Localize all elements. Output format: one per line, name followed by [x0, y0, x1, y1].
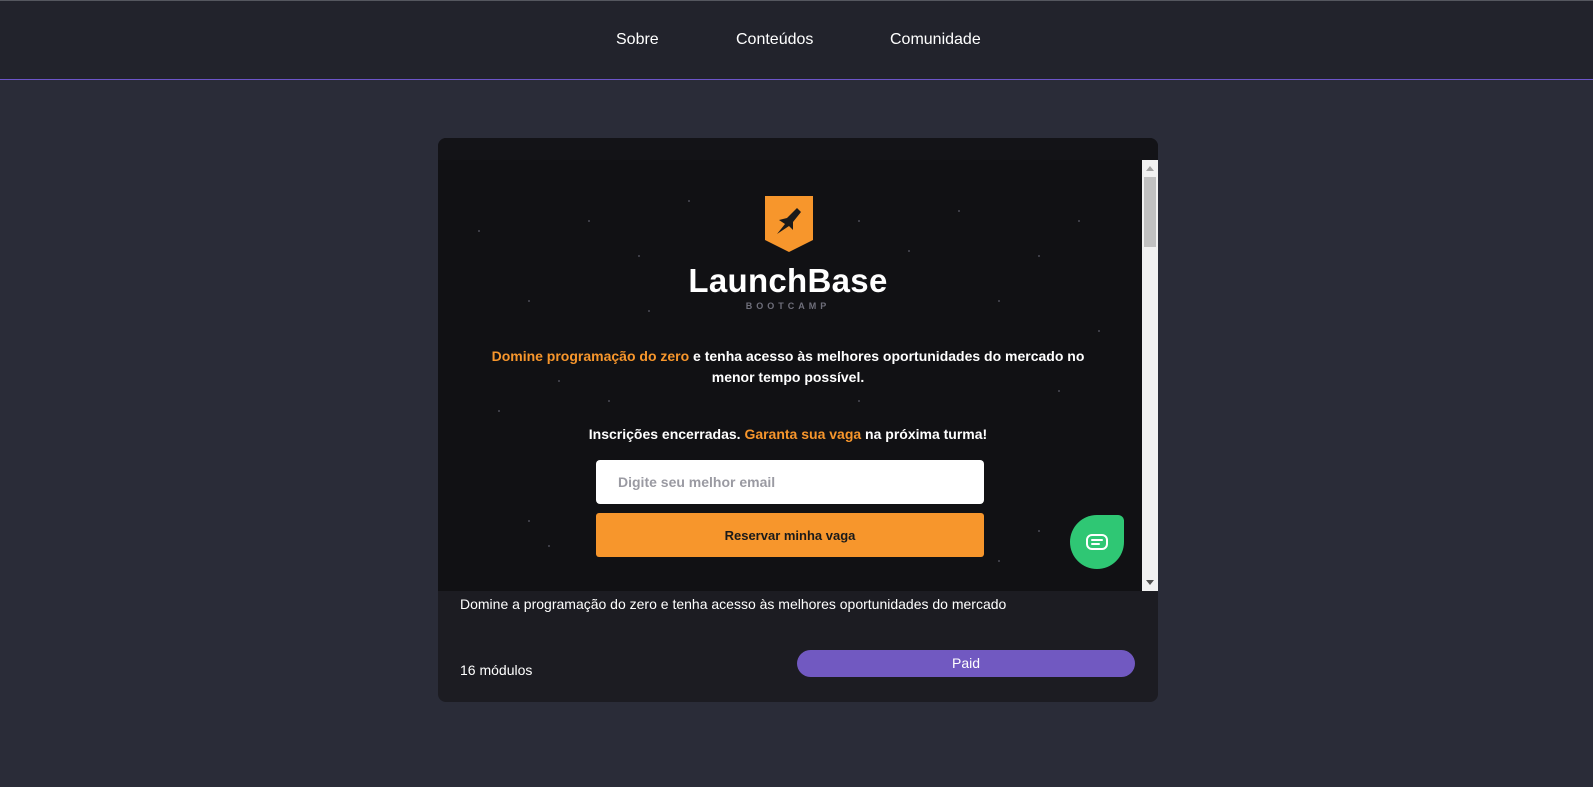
course-card[interactable]: LaunchBase BOOTCAMP Domine programação d…: [438, 138, 1158, 702]
headline: Domine programação do zero e tenha acess…: [478, 346, 1098, 388]
scroll-down-arrow[interactable]: [1142, 575, 1158, 591]
nav-link-comunidade[interactable]: Comunidade: [890, 31, 981, 49]
subline-accent: Garanta sua vaga: [744, 426, 862, 442]
star-decoration: [528, 520, 530, 522]
card-footer: 16 módulos Paid: [438, 628, 1158, 702]
star-decoration: [588, 220, 590, 222]
star-decoration: [998, 560, 1000, 562]
star-decoration: [1058, 390, 1060, 392]
email-input[interactable]: [596, 460, 984, 504]
headline-accent: Domine programação do zero: [491, 348, 690, 364]
star-decoration: [1038, 255, 1040, 257]
star-decoration: [608, 400, 610, 402]
star-decoration: [858, 220, 860, 222]
star-decoration: [908, 250, 910, 252]
rocket-badge-icon: [765, 196, 813, 252]
chat-bubble-icon: [1086, 534, 1108, 550]
star-decoration: [1098, 330, 1100, 332]
card-top-strip: [438, 138, 1158, 160]
brand-name: LaunchBase: [688, 262, 888, 299]
scroll-thumb[interactable]: [1144, 177, 1156, 247]
embed-scrollbar[interactable]: [1142, 160, 1158, 591]
enrollment-status: Inscrições encerradas. Garanta sua vaga …: [478, 426, 1098, 442]
nav-link-sobre[interactable]: Sobre: [616, 31, 659, 49]
triangle-down-icon: [1146, 580, 1154, 585]
chat-button[interactable]: [1070, 515, 1124, 569]
star-decoration: [858, 400, 860, 402]
subline-suffix: na próxima turma!: [861, 426, 988, 442]
star-decoration: [478, 230, 480, 232]
reserve-button[interactable]: Reservar minha vaga: [596, 513, 984, 557]
star-decoration: [1078, 220, 1080, 222]
brand-subtitle: BOOTCAMP: [745, 301, 831, 311]
subline-prefix: Inscrições encerradas.: [588, 426, 745, 442]
scroll-up-arrow[interactable]: [1142, 160, 1158, 176]
headline-text: e tenha acesso às melhores oportunidades…: [689, 348, 1085, 385]
star-decoration: [498, 410, 500, 412]
top-navbar: Sobre Conteúdos Comunidade: [0, 0, 1593, 80]
star-decoration: [688, 200, 690, 202]
star-decoration: [638, 255, 640, 257]
nav-link-conteudos[interactable]: Conteúdos: [736, 31, 813, 49]
launchbase-embed: LaunchBase BOOTCAMP Domine programação d…: [438, 160, 1158, 591]
course-description: Domine a programação do zero e tenha ace…: [460, 596, 1007, 612]
modules-count: 16 módulos: [460, 662, 533, 678]
paid-badge[interactable]: Paid: [797, 650, 1135, 677]
triangle-up-icon: [1146, 166, 1154, 171]
star-decoration: [1038, 530, 1040, 532]
star-decoration: [548, 545, 550, 547]
star-decoration: [958, 210, 960, 212]
